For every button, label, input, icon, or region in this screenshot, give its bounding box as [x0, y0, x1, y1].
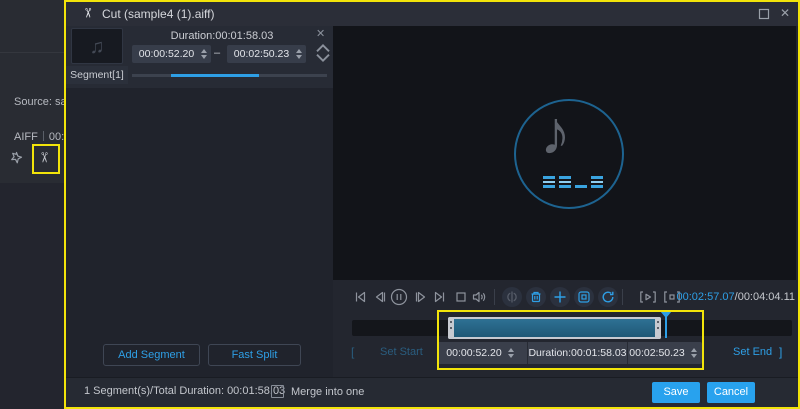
reset-icon[interactable] [598, 287, 618, 307]
segment-end-input[interactable]: 00:02:50.23 [227, 45, 306, 63]
add-segment-button[interactable]: Add Segment [103, 344, 200, 366]
add-segment-icon[interactable] [550, 287, 570, 307]
merge-checkbox[interactable] [271, 385, 284, 398]
end-time-spinner[interactable] [691, 348, 697, 358]
segment-end-value[interactable]: 00:02:50.23 [227, 48, 296, 60]
dialog-scissors-icon: ✂ [79, 8, 95, 19]
next-frame-icon[interactable] [413, 289, 429, 305]
spinner-down-icon[interactable] [691, 354, 697, 358]
current-time: 00:02:57.07 [677, 291, 735, 303]
equalizer-icon [543, 176, 603, 188]
volume-icon[interactable] [471, 289, 487, 305]
end-time-value[interactable]: 00:02:50.23 [629, 347, 684, 359]
end-time-input[interactable]: 00:02:50.23 [627, 342, 702, 364]
copy-segment-icon[interactable] [574, 287, 594, 307]
skip-start-icon[interactable] [352, 289, 368, 305]
segment-start-handle[interactable] [448, 317, 454, 339]
close-icon[interactable]: ✕ [778, 6, 792, 20]
stop-icon[interactable] [453, 289, 469, 305]
start-bracket: [ [351, 345, 354, 359]
format-separator [43, 131, 44, 141]
cut-duration-label: Duration:00:01:58.03 [527, 342, 627, 364]
set-end-button[interactable]: Set End [733, 346, 772, 358]
segment-start-spinner[interactable] [201, 49, 207, 59]
fast-split-button[interactable]: Fast Split [208, 344, 301, 366]
segment-progress-bar [132, 74, 327, 77]
background-divider [0, 52, 64, 53]
play-section-icon[interactable] [638, 289, 658, 305]
delete-segment-icon[interactable] [526, 287, 546, 307]
effect-star-icon[interactable] [8, 150, 24, 166]
control-separator [494, 289, 495, 305]
control-separator [622, 289, 623, 305]
cut-duration-value: Duration:00:01:58.03 [528, 347, 626, 359]
pause-icon[interactable] [390, 288, 408, 306]
maximize-icon[interactable] [756, 6, 770, 20]
spinner-up-icon[interactable] [296, 49, 302, 53]
prev-frame-icon[interactable] [372, 289, 388, 305]
spinner-up-icon[interactable] [201, 49, 207, 53]
spinner-down-icon[interactable] [296, 55, 302, 59]
spinner-up-icon[interactable] [508, 348, 514, 352]
cut-scissors-icon[interactable]: ✂ [35, 152, 52, 164]
start-time-spinner[interactable] [508, 348, 514, 358]
set-start-button[interactable]: Set Start [380, 346, 423, 358]
segment-range-dash: – [214, 47, 220, 59]
skip-end-icon[interactable] [432, 289, 448, 305]
background-window-lower [0, 183, 64, 409]
spinner-down-icon[interactable] [508, 354, 514, 358]
segment-close-icon[interactable]: ✕ [316, 27, 325, 40]
spinner-up-icon[interactable] [691, 348, 697, 352]
start-time-input[interactable]: 00:00:52.20 [437, 342, 527, 364]
end-bracket: ] [779, 345, 782, 359]
cut-values-bar: 00:00:52.20 Duration:00:01:58.03 00:02:5… [437, 342, 702, 364]
segment-end-handle[interactable] [655, 317, 661, 339]
segment-tab[interactable]: Segment[1] [66, 66, 128, 84]
playhead-marker-icon[interactable] [660, 311, 672, 318]
segment-thumbnail-music-icon[interactable]: ♫ [71, 28, 123, 64]
cancel-button[interactable]: Cancel [707, 382, 755, 403]
save-button[interactable]: Save [652, 382, 700, 403]
segment-end-spinner[interactable] [296, 49, 302, 59]
split-segment-icon[interactable] [502, 287, 522, 307]
segment-progress-fill [171, 74, 259, 77]
merge-label[interactable]: Merge into one [291, 386, 364, 398]
time-display: 00:02:57.07/00:04:04.11 [677, 291, 795, 303]
segment-summary: 1 Segment(s)/Total Duration: 00:01:58.03 [84, 385, 285, 397]
spinner-down-icon[interactable] [201, 55, 207, 59]
dialog-title: Cut (sample4 (1).aiff) [102, 7, 214, 21]
total-time: /00:04:04.11 [735, 291, 795, 303]
start-time-value[interactable]: 00:00:52.20 [446, 347, 501, 359]
timeline-segment[interactable] [448, 317, 661, 339]
screen: Source: samp AIFF00:04 ✂ ✂ Cut (sample4 … [0, 0, 800, 409]
segment-start-input[interactable]: 00:00:52.20 [132, 45, 211, 63]
segment-start-value[interactable]: 00:00:52.20 [132, 48, 201, 60]
music-note-icon: ♪ [540, 98, 571, 169]
segment-duration-label: Duration:00:01:58.03 [132, 30, 312, 42]
chevron-down-icon[interactable] [315, 50, 331, 66]
format-label: AIFF [14, 131, 38, 143]
